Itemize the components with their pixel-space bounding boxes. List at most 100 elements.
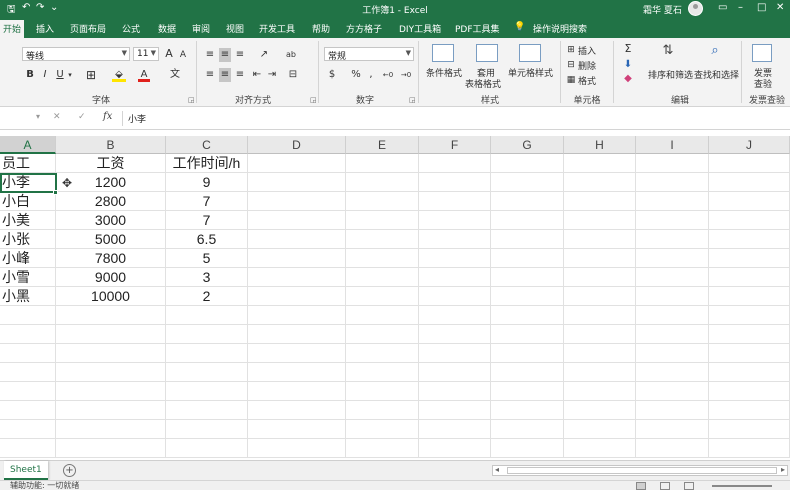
cell-c10[interactable] — [166, 325, 248, 344]
cell-i9[interactable] — [636, 306, 709, 325]
user-name[interactable]: 霜华 夏石 — [643, 3, 682, 16]
format-as-table-icon[interactable] — [476, 44, 498, 62]
cell-b3[interactable]: 2800 — [56, 192, 166, 211]
cell-d8[interactable] — [248, 287, 346, 306]
cell-f3[interactable] — [419, 192, 491, 211]
align-top-icon[interactable]: ≡ — [204, 48, 216, 62]
cell-d10[interactable] — [248, 325, 346, 344]
increase-indent-icon[interactable]: ⇥ — [266, 68, 278, 82]
column-header-b[interactable]: B — [56, 136, 166, 154]
alignment-dialog-launcher-icon[interactable]: ◲ — [310, 96, 317, 104]
cell-h10[interactable] — [564, 325, 636, 344]
cell-d14[interactable] — [248, 401, 346, 420]
cell-e8[interactable] — [346, 287, 419, 306]
cell-d7[interactable] — [248, 268, 346, 287]
close-icon[interactable]: ✕ — [776, 2, 784, 13]
cell-b6[interactable]: 7800 — [56, 249, 166, 268]
cell-e1[interactable] — [346, 154, 419, 173]
cell-f15[interactable] — [419, 420, 491, 439]
cell-i12[interactable] — [636, 363, 709, 382]
cell-a7[interactable]: 小雪 — [0, 268, 56, 287]
cell-j8[interactable] — [709, 287, 790, 306]
cell-c2[interactable]: 9 — [166, 173, 248, 192]
insert-cells-icon[interactable]: ⊞ — [566, 43, 576, 57]
cell-e12[interactable] — [346, 363, 419, 382]
shrink-font-button[interactable]: A — [178, 48, 188, 62]
scroll-right-icon[interactable]: ▸ — [781, 465, 785, 474]
cell-j15[interactable] — [709, 420, 790, 439]
column-header-e[interactable]: E — [346, 136, 419, 154]
cell-g5[interactable] — [491, 230, 564, 249]
cell-e9[interactable] — [346, 306, 419, 325]
column-header-g[interactable]: G — [491, 136, 564, 154]
cell-j3[interactable] — [709, 192, 790, 211]
cancel-entry-icon[interactable]: ✕ — [53, 112, 61, 122]
horizontal-scrollbar[interactable]: ◂ ▸ — [492, 465, 788, 476]
cell-c8[interactable]: 2 — [166, 287, 248, 306]
cell-a3[interactable]: 小白 — [0, 192, 56, 211]
cell-h7[interactable] — [564, 268, 636, 287]
cell-c5[interactable]: 6.5 — [166, 230, 248, 249]
fill-icon[interactable]: ⬇ — [622, 58, 634, 72]
fill-handle[interactable] — [53, 190, 58, 195]
find-select-button[interactable]: 查找和选择 — [694, 68, 739, 81]
cell-e3[interactable] — [346, 192, 419, 211]
cell-j4[interactable] — [709, 211, 790, 230]
cell-g1[interactable] — [491, 154, 564, 173]
cell-i3[interactable] — [636, 192, 709, 211]
percent-button[interactable]: % — [350, 68, 362, 82]
cell-a13[interactable] — [0, 382, 56, 401]
cell-h16[interactable] — [564, 439, 636, 458]
cell-h1[interactable] — [564, 154, 636, 173]
cell-a4[interactable]: 小美 — [0, 211, 56, 230]
cell-b10[interactable] — [56, 325, 166, 344]
column-header-a[interactable]: A — [0, 136, 56, 154]
cell-h3[interactable] — [564, 192, 636, 211]
cell-b2[interactable]: 1200 — [56, 173, 166, 192]
cell-h14[interactable] — [564, 401, 636, 420]
cell-j13[interactable] — [709, 382, 790, 401]
borders-icon[interactable]: ⊞ — [84, 68, 98, 82]
cell-g3[interactable] — [491, 192, 564, 211]
cell-j2[interactable] — [709, 173, 790, 192]
tab-formulas[interactable]: 公式 — [122, 22, 140, 35]
cell-d13[interactable] — [248, 382, 346, 401]
cell-d5[interactable] — [248, 230, 346, 249]
font-color-button[interactable]: A — [138, 68, 150, 82]
format-as-table-line2[interactable]: 表格格式 — [465, 77, 501, 90]
cell-c13[interactable] — [166, 382, 248, 401]
enter-entry-icon[interactable]: ✓ — [78, 112, 86, 122]
cell-f12[interactable] — [419, 363, 491, 382]
cell-h15[interactable] — [564, 420, 636, 439]
cell-g6[interactable] — [491, 249, 564, 268]
cell-f1[interactable] — [419, 154, 491, 173]
cell-i2[interactable] — [636, 173, 709, 192]
cell-f11[interactable] — [419, 344, 491, 363]
cell-styles-icon[interactable] — [519, 44, 541, 62]
cell-a6[interactable]: 小峰 — [0, 249, 56, 268]
cell-e5[interactable] — [346, 230, 419, 249]
cell-f10[interactable] — [419, 325, 491, 344]
cell-b9[interactable] — [56, 306, 166, 325]
cell-c14[interactable] — [166, 401, 248, 420]
cell-a14[interactable] — [0, 401, 56, 420]
cell-a16[interactable] — [0, 439, 56, 458]
worksheet-grid[interactable]: A B C D E F G H I J 员工 工资 工作时间/h 小李 1200 9 小白 2… — [0, 136, 790, 460]
cell-i6[interactable] — [636, 249, 709, 268]
cell-g7[interactable] — [491, 268, 564, 287]
cell-e10[interactable] — [346, 325, 419, 344]
wen-phonetic-button[interactable]: 文 — [168, 68, 182, 82]
invoice-check-icon[interactable] — [752, 44, 772, 62]
cell-i5[interactable] — [636, 230, 709, 249]
cell-c7[interactable]: 3 — [166, 268, 248, 287]
clear-icon[interactable]: ◆ — [622, 72, 634, 86]
column-header-f[interactable]: F — [419, 136, 491, 154]
cell-i8[interactable] — [636, 287, 709, 306]
cell-g11[interactable] — [491, 344, 564, 363]
cell-g15[interactable] — [491, 420, 564, 439]
cell-j5[interactable] — [709, 230, 790, 249]
autosum-button[interactable]: Σ — [622, 42, 634, 56]
cell-f16[interactable] — [419, 439, 491, 458]
cell-f8[interactable] — [419, 287, 491, 306]
cell-c4[interactable]: 7 — [166, 211, 248, 230]
